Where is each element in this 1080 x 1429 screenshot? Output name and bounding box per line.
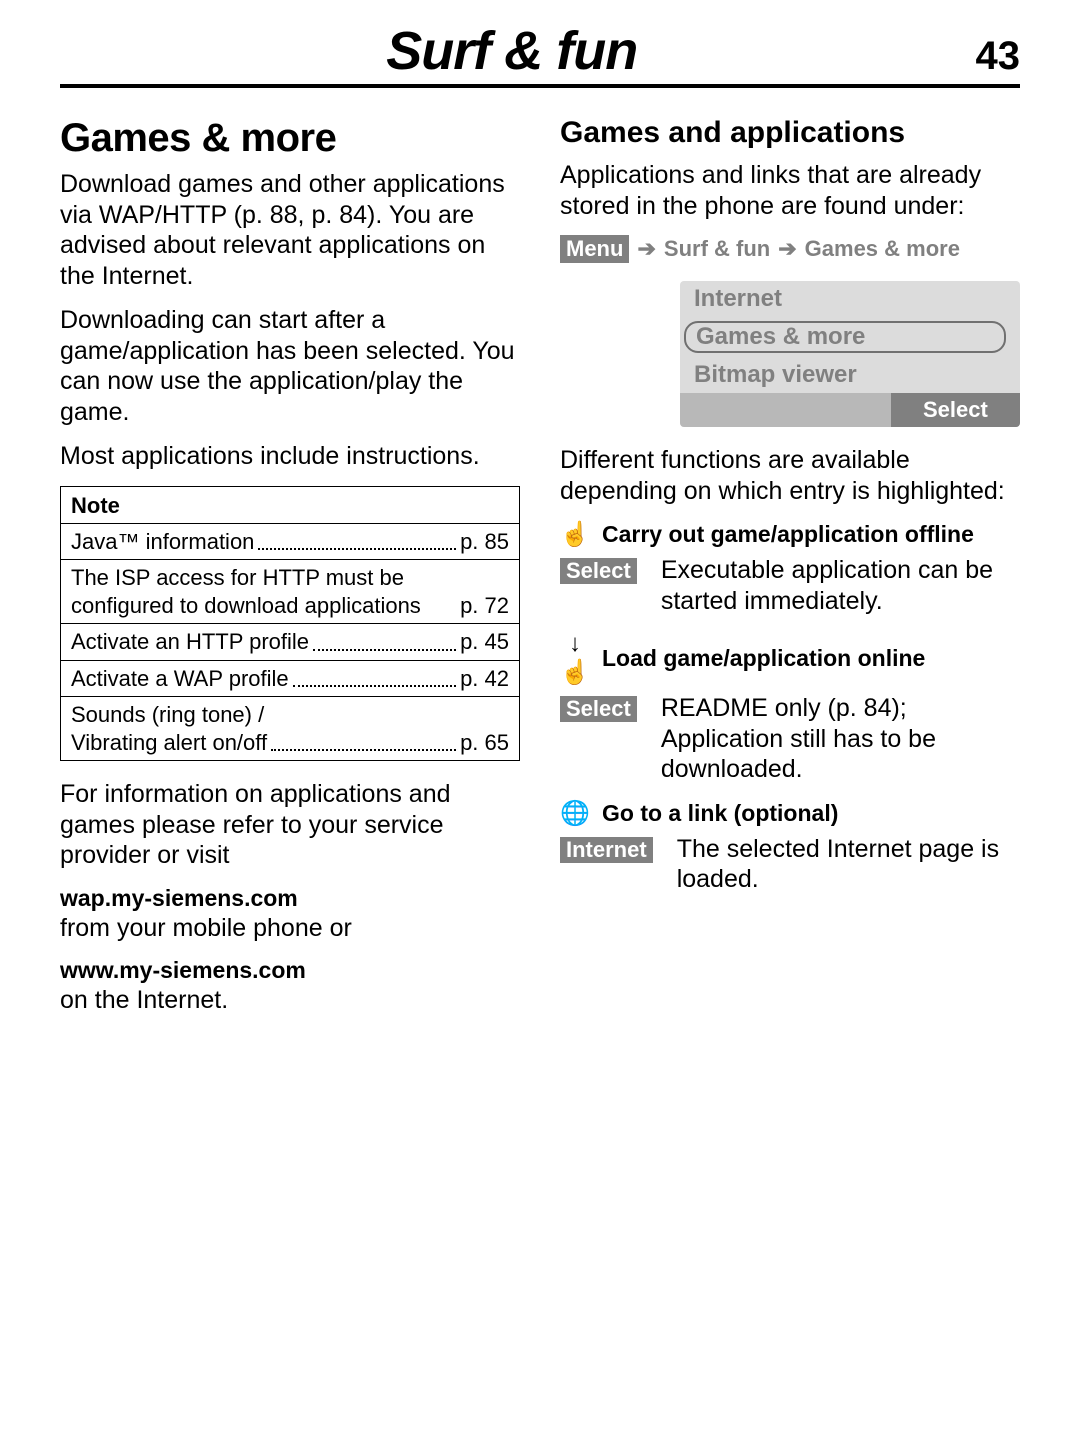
- note-box: Note Java™ information p. 85 The ISP acc…: [60, 486, 520, 762]
- breadcrumb-item: Surf & fun: [664, 236, 770, 262]
- paragraph: on the Internet.: [60, 986, 520, 1015]
- action-title: Load game/application online: [602, 645, 925, 672]
- note-row: The ISP access for HTTP must be configur…: [61, 560, 519, 624]
- note-label: Sounds (ring tone) /: [71, 701, 509, 729]
- softkey-select: Select: [891, 393, 1020, 427]
- subheading-games-applications: Games and applications: [560, 116, 1020, 150]
- note-page: p. 42: [460, 665, 509, 693]
- softkey-left: [680, 393, 891, 427]
- arrow-right-icon: ➔: [637, 238, 655, 260]
- leader-dots: [258, 547, 456, 550]
- page-number: 43: [976, 34, 1021, 79]
- note-row: Sounds (ring tone) / Vibrating alert on/…: [61, 697, 519, 760]
- action-heading: ↓☝ Load game/application online: [560, 630, 1020, 687]
- wap-link: wap.my-siemens.com: [60, 885, 520, 912]
- note-page: p. 65: [460, 729, 509, 757]
- menu-item-bitmap-viewer: Bitmap viewer: [680, 357, 1020, 393]
- page-header: Surf & fun 43: [60, 20, 1020, 88]
- note-label: Vibrating alert on/off: [71, 729, 267, 757]
- leader-dots: [293, 684, 456, 687]
- menu-item-games-more: Games & more: [680, 317, 1020, 357]
- note-label: configured to download applications: [71, 592, 421, 620]
- header-title: Surf & fun: [60, 20, 964, 82]
- download-online-icon: ↓☝: [560, 630, 590, 687]
- section-heading-games-more: Games & more: [60, 116, 520, 161]
- paragraph: For information on applications and game…: [60, 779, 520, 871]
- softkey-bar: Select: [680, 393, 1020, 427]
- action-heading: 🌐 Go to a link (optional): [560, 799, 1020, 828]
- run-offline-icon: ☝: [560, 520, 590, 549]
- action-description: The selected Internet page is loaded.: [677, 834, 1020, 895]
- phone-menu-preview: Internet Games & more Bitmap viewer Sele…: [680, 281, 1020, 427]
- action-row: Internet The selected Internet page is l…: [560, 834, 1020, 895]
- action-row: Select README only (p. 84); Application …: [560, 693, 1020, 785]
- right-column: Games and applications Applications and …: [560, 116, 1020, 1029]
- action-row: Select Executable application can be sta…: [560, 555, 1020, 616]
- paragraph: Most applications include instructions.: [60, 441, 520, 472]
- breadcrumb-item: Games & more: [805, 236, 960, 262]
- action-description: Executable application can be started im…: [661, 555, 1020, 616]
- arrow-right-icon: ➔: [778, 238, 796, 260]
- paragraph: from your mobile phone or: [60, 914, 520, 943]
- note-label: Java™ information: [71, 528, 254, 556]
- note-row: Activate an HTTP profile p. 45: [61, 624, 519, 661]
- note-label: The ISP access for HTTP must be: [71, 564, 509, 592]
- paragraph: Download games and other applications vi…: [60, 169, 520, 291]
- softkey-chip: Select: [560, 696, 637, 722]
- action-description: README only (p. 84); Application still h…: [661, 693, 1020, 785]
- note-page: p. 85: [460, 528, 509, 556]
- left-column: Games & more Download games and other ap…: [60, 116, 520, 1029]
- paragraph: Different functions are available depend…: [560, 445, 1020, 506]
- www-link: www.my-siemens.com: [60, 957, 520, 984]
- note-page: p. 45: [460, 628, 509, 656]
- leader-dots: [271, 748, 456, 751]
- leader-dots: [313, 648, 456, 651]
- action-title: Go to a link (optional): [602, 800, 838, 827]
- softkey-chip: Internet: [560, 837, 653, 863]
- globe-icon: 🌐: [560, 799, 590, 828]
- softkey-chip: Select: [560, 558, 637, 584]
- note-heading: Note: [61, 487, 519, 524]
- note-label: Activate an HTTP profile: [71, 628, 309, 656]
- menu-item-internet: Internet: [680, 281, 1020, 317]
- menu-chip: Menu: [560, 235, 629, 263]
- note-row: Java™ information p. 85: [61, 524, 519, 561]
- note-label: Activate a WAP profile: [71, 665, 289, 693]
- paragraph: Downloading can start after a game/appli…: [60, 305, 520, 427]
- paragraph: Applications and links that are already …: [560, 160, 1020, 221]
- note-row: Activate a WAP profile p. 42: [61, 661, 519, 698]
- action-heading: ☝ Carry out game/application offline: [560, 520, 1020, 549]
- menu-path: Menu ➔ Surf & fun ➔ Games & more: [560, 235, 1020, 263]
- note-page: p. 72: [460, 592, 509, 620]
- action-title: Carry out game/application offline: [602, 521, 974, 548]
